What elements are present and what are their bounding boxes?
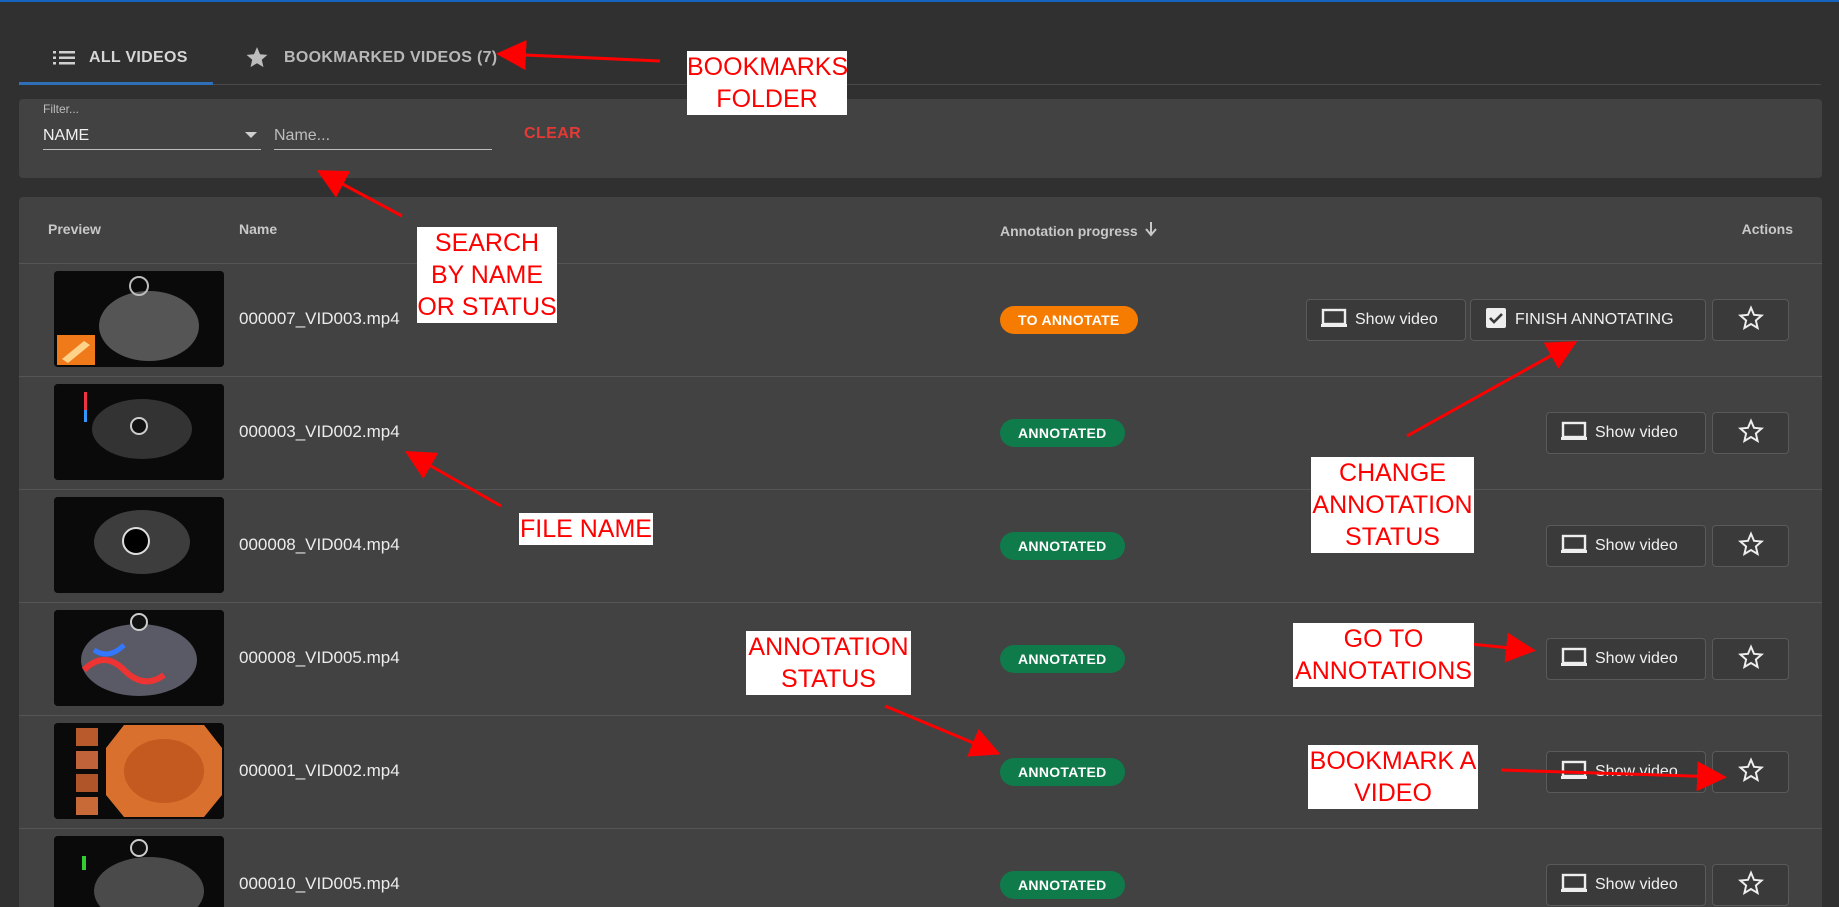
video-preview-thumbnail[interactable] (54, 836, 224, 907)
status-badge: TO ANNOTATE (1000, 306, 1138, 334)
monitor-icon (1561, 760, 1587, 785)
bookmark-button[interactable] (1712, 638, 1789, 680)
show-video-button[interactable]: Show video (1546, 638, 1706, 680)
status-badge: ANNOTATED (1000, 419, 1125, 447)
annotation-go-to: GO TO ANNOTATIONS (1293, 623, 1474, 687)
active-tab-indicator (19, 82, 213, 85)
video-preview-thumbnail[interactable] (54, 497, 224, 593)
table-header: Preview Name Annotation progress Actions (19, 197, 1822, 264)
tab-bookmarked-videos[interactable]: BOOKMARKED VIDEOS (7) (244, 30, 497, 85)
file-name: 000010_VID005.mp4 (239, 874, 400, 893)
tab-bookmarked-label: BOOKMARKED VIDEOS (7) (284, 48, 498, 66)
video-preview-thumbnail[interactable] (54, 610, 224, 706)
list-icon (53, 50, 75, 66)
star-filled-icon (244, 45, 270, 70)
monitor-icon (1561, 647, 1587, 672)
column-header-preview: Preview (48, 221, 101, 237)
file-name: 000008_VID005.mp4 (239, 648, 400, 667)
checkbox-checked-icon (1485, 307, 1507, 334)
show-video-label: Show video (1595, 424, 1678, 441)
filter-panel: Filter... NAME CLEAR (19, 99, 1822, 178)
status-badge: ANNOTATED (1000, 758, 1125, 786)
column-header-progress[interactable]: Annotation progress (1000, 221, 1158, 240)
star-outline-icon (1737, 869, 1764, 901)
name-search-input[interactable] (274, 122, 492, 150)
column-header-actions: Actions (1741, 221, 1793, 237)
show-video-button[interactable]: Show video (1546, 525, 1706, 567)
column-header-name: Name (239, 221, 278, 237)
table-row: 000010_VID005.mp4 ANNOTATED Show video (19, 829, 1822, 907)
file-name: 000001_VID002.mp4 (239, 761, 400, 780)
tab-all-videos-label: ALL VIDEOS (89, 48, 188, 66)
clear-filter-button[interactable]: CLEAR (524, 125, 581, 143)
monitor-icon (1561, 421, 1587, 446)
video-preview-thumbnail[interactable] (54, 271, 224, 367)
column-header-progress-label: Annotation progress (1000, 222, 1138, 239)
star-outline-icon (1737, 417, 1764, 449)
bookmark-button[interactable] (1712, 864, 1789, 906)
file-name: 000007_VID003.mp4 (239, 309, 400, 328)
table-row: 000008_VID005.mp4 ANNOTATED Show video (19, 603, 1822, 716)
monitor-icon (1561, 534, 1587, 559)
bookmark-button[interactable] (1712, 412, 1789, 454)
tab-all-videos[interactable]: ALL VIDEOS (53, 30, 188, 85)
video-preview-thumbnail[interactable] (54, 723, 224, 819)
filter-field-select[interactable]: NAME (43, 122, 261, 150)
table-row: 000003_VID002.mp4 ANNOTATED Show video (19, 377, 1822, 490)
monitor-icon (1321, 308, 1347, 333)
table-row: 000007_VID003.mp4 TO ANNOTATE Show video… (19, 264, 1822, 377)
annotation-change-status: CHANGE ANNOTATION STATUS (1311, 457, 1474, 553)
bookmark-button[interactable] (1712, 525, 1789, 567)
show-video-label: Show video (1355, 311, 1438, 328)
finish-annotating-button[interactable]: FINISH ANNOTATING (1470, 299, 1706, 341)
file-name: 000008_VID004.mp4 (239, 535, 400, 554)
monitor-icon (1561, 873, 1587, 898)
star-outline-icon (1737, 304, 1764, 336)
annotation-bookmarks-folder: BOOKMARKS FOLDER (687, 51, 849, 115)
status-badge: ANNOTATED (1000, 645, 1125, 673)
show-video-label: Show video (1595, 650, 1678, 667)
filter-label: Filter... (43, 102, 80, 116)
file-name: 000003_VID002.mp4 (239, 422, 400, 441)
star-outline-icon (1737, 530, 1764, 562)
filter-selected-value: NAME (43, 126, 90, 144)
show-video-button[interactable]: Show video (1306, 299, 1466, 341)
finish-annotating-label: FINISH ANNOTATING (1515, 311, 1674, 328)
show-video-label: Show video (1595, 876, 1678, 893)
show-video-label: Show video (1595, 537, 1678, 554)
arrow-down-icon (1144, 221, 1158, 240)
videos-table: Preview Name Annotation progress Actions… (19, 197, 1822, 907)
star-outline-icon (1737, 756, 1764, 788)
caret-down-icon (245, 132, 257, 138)
show-video-button[interactable]: Show video (1546, 864, 1706, 906)
annotation-status: ANNOTATION STATUS (746, 631, 911, 695)
bookmark-button[interactable] (1712, 299, 1789, 341)
table-row: 000008_VID004.mp4 ANNOTATED Show video (19, 490, 1822, 603)
annotation-file-name: FILE NAME (519, 513, 653, 545)
show-video-button[interactable]: Show video (1546, 412, 1706, 454)
annotation-bookmark: BOOKMARK A VIDEO (1308, 745, 1478, 809)
table-row: 000001_VID002.mp4 ANNOTATED Show video (19, 716, 1822, 829)
star-outline-icon (1737, 643, 1764, 675)
top-accent-line (0, 0, 1839, 2)
show-video-label: Show video (1595, 763, 1678, 780)
status-badge: ANNOTATED (1000, 871, 1125, 899)
status-badge: ANNOTATED (1000, 532, 1125, 560)
video-preview-thumbnail[interactable] (54, 384, 224, 480)
annotation-search: SEARCH BY NAME OR STATUS (417, 227, 557, 323)
show-video-button[interactable]: Show video (1546, 751, 1706, 793)
bookmark-button[interactable] (1712, 751, 1789, 793)
tab-bar: ALL VIDEOS BOOKMARKED VIDEOS (7) (19, 30, 1821, 85)
